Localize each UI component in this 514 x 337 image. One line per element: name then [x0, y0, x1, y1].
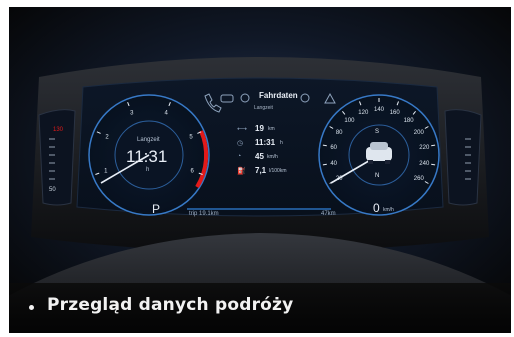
- speedometer-tick-label: 140: [374, 107, 385, 113]
- trip-value: 11:31: [255, 138, 276, 147]
- speedometer-tick-label: 40: [330, 161, 337, 167]
- speedometer-tick-label: 100: [344, 118, 355, 124]
- clock-unit: h: [146, 167, 150, 173]
- speed-value: 0: [373, 201, 380, 215]
- speedometer-tick-label: 260: [414, 176, 425, 182]
- range-left: trip 19.1km: [189, 211, 219, 217]
- caption-bar: Przegląd danych podróży: [9, 283, 511, 333]
- clock-time: 11:31: [126, 147, 168, 166]
- speedometer-tick-label: 60: [330, 145, 337, 151]
- left-side-pod: [38, 109, 76, 206]
- trip-value: 19: [255, 124, 264, 133]
- clock-label: Langzeit: [137, 137, 160, 143]
- speedometer: [318, 94, 440, 216]
- trip-unit: l/100km: [269, 168, 287, 174]
- trip-unit: km/h: [267, 154, 278, 160]
- bullet-icon: [29, 305, 34, 310]
- trip-value: 7,1: [255, 166, 267, 175]
- clock-icon: ◷: [237, 140, 244, 147]
- trip-value: 45: [255, 152, 264, 161]
- speedometer-tick-label: 160: [390, 110, 401, 116]
- speedometer-tick-label: 20: [336, 176, 343, 182]
- screenshot-frame: 130 50 123456 20 40 60 80 100 120 140 16…: [9, 7, 511, 333]
- speedometer-tick-label: 180: [404, 118, 415, 124]
- fuel-tick-bottom: 50: [49, 187, 56, 193]
- speedometer-tick-label: 220: [419, 145, 430, 151]
- distance-icon: ⟷: [237, 126, 248, 133]
- speedometer-tick-label: 80: [336, 130, 343, 136]
- warning-label: 130: [53, 127, 64, 133]
- speedometer-tick-mark: [431, 163, 436, 166]
- fuel-icon: ⛽: [237, 168, 246, 175]
- caption-text: Przegląd danych podróży: [47, 295, 294, 315]
- speedometer-tick-label: 120: [358, 110, 369, 116]
- range-right: 47km: [321, 211, 336, 217]
- top-menu-sublabel: Langzeit: [254, 105, 273, 111]
- trip-unit: h: [280, 140, 283, 146]
- right-side-pod: [444, 109, 482, 206]
- speedometer-tick-label: 240: [419, 161, 430, 167]
- compass-north: N: [375, 173, 380, 179]
- speedometer-tick-label: 200: [414, 130, 425, 136]
- top-menu-label[interactable]: Fahrdaten: [259, 91, 298, 100]
- compass-south: S: [375, 129, 380, 135]
- speed-unit: km/h: [383, 207, 394, 213]
- speedometer-tick-mark: [431, 144, 436, 147]
- speed-icon: ◔: [237, 153, 242, 160]
- speedometer-tick-mark: [322, 144, 327, 147]
- trip-unit: km: [268, 126, 275, 132]
- speedometer-tick-mark: [322, 163, 327, 166]
- gear-indicator: P: [152, 202, 161, 216]
